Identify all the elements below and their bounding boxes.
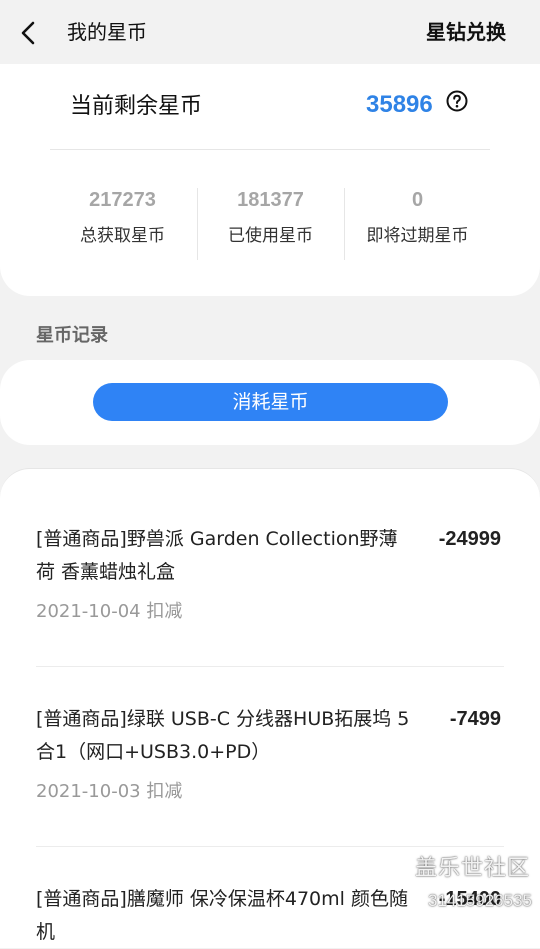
watermark-user-id: 31415926535 [427, 891, 532, 910]
consume-stars-button[interactable]: 消耗星币 [93, 383, 448, 421]
record-divider [36, 846, 504, 847]
record-amount: -24999 [438, 528, 501, 550]
record-divider [36, 666, 504, 667]
record-amount: -7499 [449, 708, 501, 730]
stat-total-earned: 217273 总获取星币 [49, 186, 196, 248]
stat-label: 已使用星币 [228, 226, 313, 246]
stat-value: 217273 [89, 189, 156, 211]
balance-summary-card: 当前剩余星币 35896 217273 总获取星币 181377 已使用星币 0… [0, 64, 540, 296]
back-button[interactable] [14, 18, 44, 48]
summary-divider [50, 149, 490, 150]
watermark-brand: 盖乐世社区 [414, 856, 530, 881]
stat-expiring: 0 即将过期星币 [344, 186, 491, 248]
question-circle-icon[interactable] [446, 90, 468, 112]
balance-label: 当前剩余星币 [70, 94, 203, 119]
stat-value: 181377 [237, 189, 304, 211]
records-section-title: 星币记录 [36, 325, 108, 346]
balance-value: 35896 [366, 91, 433, 118]
record-title: [普通商品]绿联 USB-C 分线器HUB拓展坞 5合1（网口+USB3.0+P… [36, 708, 410, 763]
record-filter-card: 消耗星币 [0, 360, 540, 445]
record-title: [普通商品]野兽派 Garden Collection野薄荷 香薰蜡烛礼盒 [36, 528, 398, 583]
stat-label: 即将过期星币 [366, 226, 469, 246]
chevron-left-icon [21, 21, 35, 45]
app-header: 我的星币 星钻兑换 [0, 0, 540, 64]
stat-label: 总获取星币 [80, 226, 165, 246]
record-date: 2021-10-03 扣减 [36, 781, 183, 802]
stat-value: 0 [411, 189, 424, 211]
star-diamond-exchange-button[interactable]: 星钻兑换 [426, 18, 506, 46]
stat-total-used: 181377 已使用星币 [197, 186, 344, 248]
record-date: 2021-10-04 扣减 [36, 601, 183, 622]
record-title: [普通商品]膳魔师 保冷保温杯470ml 颜色随机 [36, 888, 408, 943]
page-title: 我的星币 [67, 20, 147, 44]
community-watermark: 盖乐世社区 31415926535 [395, 855, 540, 929]
